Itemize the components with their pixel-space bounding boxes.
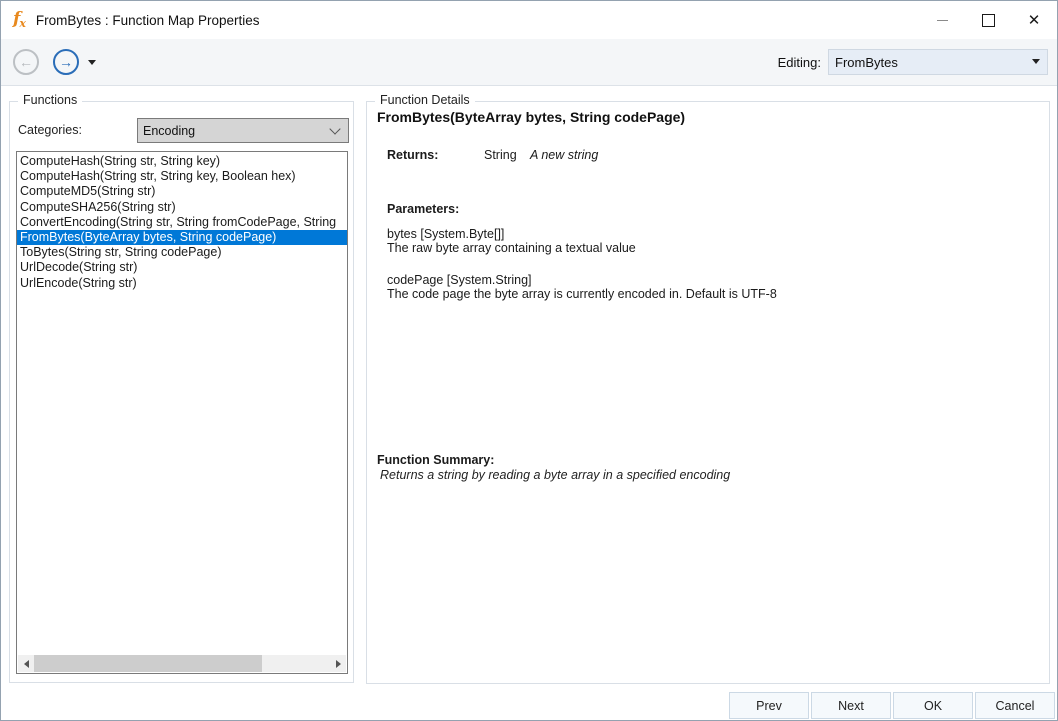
parameters-list: bytes [System.Byte[]]The raw byte array …: [387, 228, 777, 320]
back-arrow-icon: ←: [19, 55, 33, 69]
scroll-right-icon: [336, 660, 341, 668]
footer-buttons: PrevNextOKCancel: [727, 692, 1055, 719]
next-button[interactable]: Next: [811, 692, 891, 719]
cancel-button[interactable]: Cancel: [975, 692, 1055, 719]
title-bar: fx FromBytes : Function Map Properties ✕: [1, 1, 1057, 39]
editing-label: Editing:: [778, 55, 821, 70]
chevron-down-icon: [329, 123, 340, 134]
maximize-button[interactable]: [965, 1, 1011, 39]
parameter-block: bytes [System.Byte[]]The raw byte array …: [387, 228, 777, 255]
scroll-left-icon: [24, 660, 29, 668]
scroll-right-button[interactable]: [330, 655, 346, 672]
function-signature: FromBytes(ByteArray bytes, String codePa…: [377, 109, 685, 125]
function-list-item[interactable]: ConvertEncoding(String str, String fromC…: [17, 215, 347, 230]
categories-label: Categories:: [18, 123, 82, 137]
function-list-item[interactable]: ComputeHash(String str, String key, Bool…: [17, 169, 347, 184]
function-list-item[interactable]: UrlEncode(String str): [17, 276, 347, 291]
function-details-title: Function Details: [375, 93, 475, 107]
scrollbar-track[interactable]: [34, 655, 330, 672]
forward-arrow-icon: →: [59, 55, 73, 69]
function-list: ComputeHash(String str, String key)Compu…: [17, 154, 347, 291]
forward-button[interactable]: →: [53, 49, 79, 75]
functions-panel-title: Functions: [18, 93, 82, 107]
functions-panel: Functions Categories: Encoding ComputeHa…: [9, 101, 354, 683]
editing-combobox[interactable]: FromBytes: [828, 49, 1048, 75]
returns-label: Returns:: [387, 148, 484, 162]
window-title: FromBytes : Function Map Properties: [36, 13, 260, 28]
function-details-panel: Function Details FromBytes(ByteArray byt…: [366, 101, 1050, 684]
parameter-name: bytes [System.Byte[]]: [387, 228, 777, 242]
returns-type: String: [484, 148, 530, 162]
scrollbar-thumb[interactable]: [34, 655, 262, 672]
parameter-description: The code page the byte array is currentl…: [387, 288, 777, 302]
parameter-block: codePage [System.String]The code page th…: [387, 274, 777, 301]
scroll-left-button[interactable]: [18, 655, 34, 672]
categories-combobox-value: Encoding: [143, 124, 195, 138]
function-summary-label: Function Summary:: [377, 453, 494, 467]
toolbar: ← → Editing: FromBytes: [1, 39, 1057, 86]
editing-group: Editing: FromBytes: [778, 49, 1048, 75]
back-button[interactable]: ←: [13, 49, 39, 75]
chevron-down-icon: [1032, 59, 1040, 64]
function-list-item[interactable]: ComputeMD5(String str): [17, 184, 347, 199]
minimize-button[interactable]: [919, 1, 965, 39]
function-map-properties-dialog: fx FromBytes : Function Map Properties ✕…: [0, 0, 1058, 721]
returns-row: Returns:StringA new string: [387, 148, 598, 162]
fx-icon: fx: [13, 11, 26, 29]
function-list-item[interactable]: ToBytes(String str, String codePage): [17, 245, 347, 260]
function-list-item[interactable]: FromBytes(ByteArray bytes, String codePa…: [17, 230, 347, 245]
parameters-label: Parameters:: [387, 202, 459, 216]
minimize-icon: [937, 20, 948, 21]
function-list-item[interactable]: ComputeSHA256(String str): [17, 200, 347, 215]
maximize-icon: [982, 14, 995, 27]
forward-dropdown-caret-icon[interactable]: [88, 60, 96, 65]
function-list-item[interactable]: UrlDecode(String str): [17, 260, 347, 275]
close-button[interactable]: ✕: [1011, 1, 1057, 39]
returns-description: A new string: [530, 148, 598, 162]
editing-combobox-value: FromBytes: [835, 55, 898, 70]
function-summary-text: Returns a string by reading a byte array…: [380, 468, 730, 482]
parameter-description: The raw byte array containing a textual …: [387, 242, 777, 256]
ok-button[interactable]: OK: [893, 692, 973, 719]
categories-combobox[interactable]: Encoding: [137, 118, 349, 143]
function-listbox: ComputeHash(String str, String key)Compu…: [16, 151, 348, 674]
horizontal-scrollbar[interactable]: [18, 655, 346, 672]
prev-button[interactable]: Prev: [729, 692, 809, 719]
close-icon: ✕: [1028, 13, 1041, 28]
parameter-name: codePage [System.String]: [387, 274, 777, 288]
window-controls: ✕: [919, 1, 1057, 39]
function-list-item[interactable]: ComputeHash(String str, String key): [17, 154, 347, 169]
